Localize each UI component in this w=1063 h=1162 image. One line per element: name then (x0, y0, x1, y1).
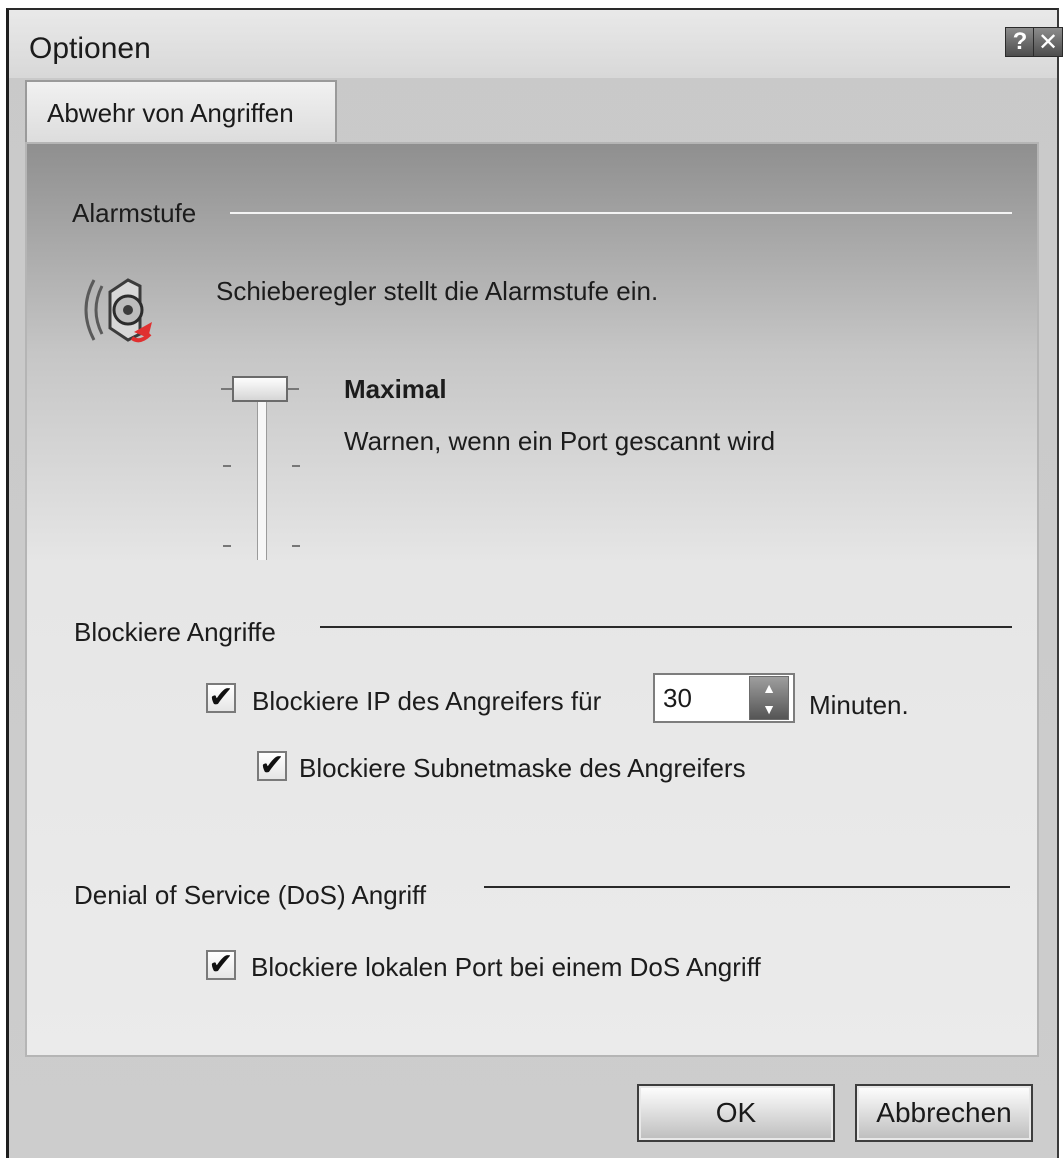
help-button[interactable]: ? (1005, 27, 1035, 57)
minutes-unit-label: Minuten. (809, 690, 909, 720)
title-bar: Optionen ? ✕ (9, 10, 1063, 78)
alarm-level-slider-track[interactable] (257, 400, 267, 560)
alarm-level-slider-thumb[interactable] (232, 376, 288, 402)
alarm-level-description: Warnen, wenn ein Port gescannt wird (344, 426, 776, 456)
alarm-group-label: Alarmstufe (72, 198, 197, 228)
block-local-port-checkbox[interactable]: ✔ (206, 950, 236, 980)
slider-tick (292, 465, 300, 467)
alarm-level-name: Maximal (344, 374, 447, 404)
slider-tick (292, 545, 300, 547)
block-attacks-group-label: Blockiere Angriffe (74, 617, 276, 647)
ok-button[interactable]: OK (637, 1084, 835, 1142)
slider-tick (223, 465, 231, 467)
slider-tick (287, 388, 299, 390)
block-attacks-group-divider (320, 626, 1012, 628)
window-title: Optionen (29, 32, 151, 65)
block-minutes-value: 30 (663, 682, 692, 713)
block-subnet-checkbox[interactable]: ✔ (257, 751, 287, 781)
cancel-button[interactable]: Abbrechen (855, 1084, 1033, 1142)
dos-group-label: Denial of Service (DoS) Angriff (74, 880, 427, 910)
block-subnet-label: Blockiere Subnetmaske des Angreifers (299, 753, 746, 783)
alarm-group-divider (230, 212, 1012, 214)
slider-tick (223, 545, 231, 547)
spin-up-icon[interactable]: ▲ (750, 677, 788, 698)
close-button[interactable]: ✕ (1033, 27, 1063, 57)
dos-group-divider (484, 886, 1010, 888)
spin-down-icon[interactable]: ▼ (750, 698, 788, 719)
block-minutes-spinner[interactable]: ▲ ▼ (749, 676, 789, 720)
tab-attack-defense[interactable]: Abwehr von Angriffen (25, 80, 337, 144)
block-ip-checkbox[interactable]: ✔ (206, 683, 236, 713)
alarm-description: Schieberegler stellt die Alarmstufe ein. (216, 276, 659, 306)
block-ip-label: Blockiere IP des Angreifers für (252, 686, 602, 716)
speaker-icon (72, 268, 162, 352)
block-local-port-label: Blockiere lokalen Port bei einem DoS Ang… (251, 952, 761, 982)
